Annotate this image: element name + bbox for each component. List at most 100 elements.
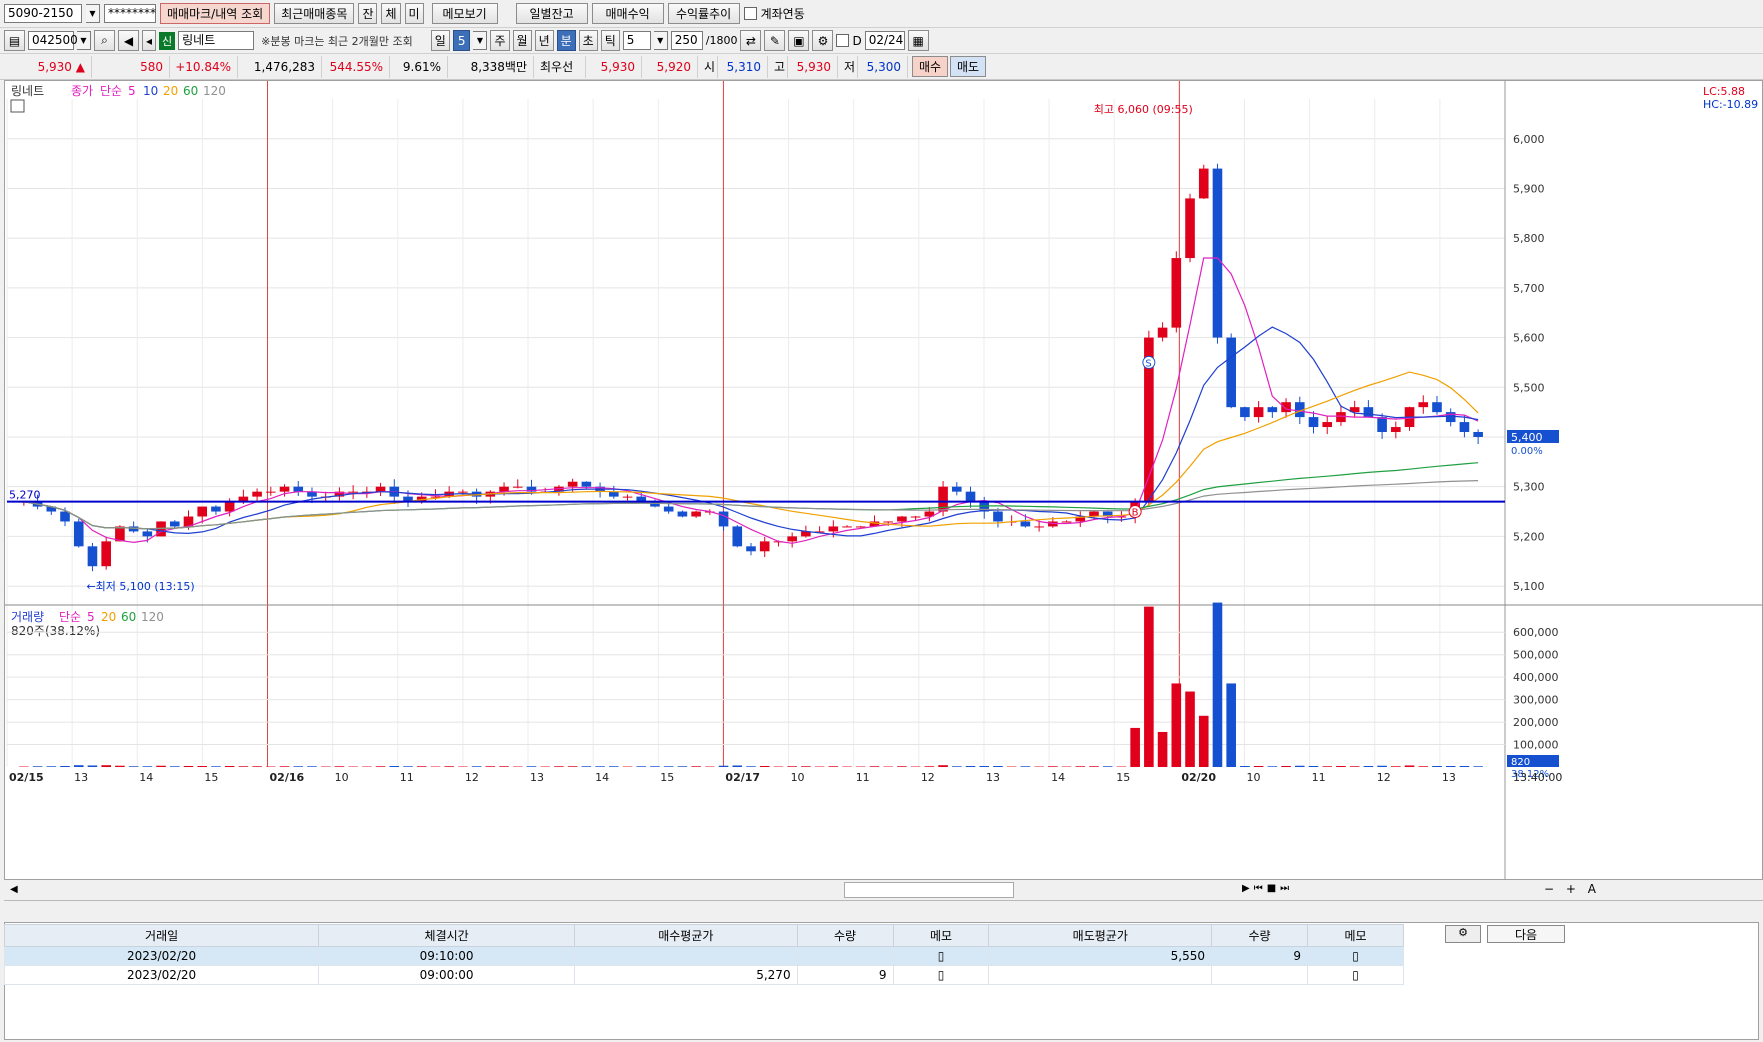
table-cell [574, 946, 798, 966]
candle-body [897, 516, 907, 522]
table-header: 메모 [1306, 924, 1405, 947]
account-number-input[interactable]: 5090-2150 [4, 4, 82, 23]
table-cell: 9 [1211, 946, 1308, 966]
volume-bar [787, 766, 797, 767]
period-dropdown-icon[interactable]: ▼ [473, 31, 488, 50]
price-tick-label: 5,700 [1513, 282, 1545, 295]
calendar-icon[interactable]: ▦ [907, 30, 929, 51]
x-tick-label: 10 [1246, 771, 1260, 784]
stock-code-input[interactable]: 042500 [28, 31, 78, 50]
low-price: 5,300 [858, 55, 908, 78]
memo-icon[interactable]: ▯ [892, 946, 990, 966]
candle-body [993, 511, 1003, 522]
price-tick-label: 5,200 [1513, 530, 1545, 543]
interval-dropdown-icon[interactable]: ▼ [653, 31, 668, 50]
hc-label: HC:-10.89 [1703, 98, 1758, 111]
candle-body [279, 486, 290, 492]
trade-profit-button[interactable]: 매매수익 [591, 3, 664, 24]
next-button[interactable]: 다음 [1487, 925, 1565, 943]
quote-amount: 8,338백만 [448, 55, 534, 78]
period-month-button[interactable]: 월 [512, 30, 532, 51]
account-link-checkbox[interactable] [743, 7, 757, 20]
volume-bar [1020, 766, 1031, 767]
stock-name-field[interactable]: 링네트 [178, 31, 255, 50]
settings-icon[interactable]: ⚙ [812, 30, 834, 51]
x-tick-label: 14 [595, 771, 609, 784]
candle-body [197, 506, 208, 517]
table-row[interactable]: 2023/02/20 09:00:00 5,270 9 ▯ ▯ [3, 965, 1405, 985]
memo-icon[interactable]: ▯ [1306, 946, 1405, 966]
save-icon[interactable]: ▣ [788, 30, 810, 51]
account-dropdown-icon[interactable]: ▼ [86, 4, 100, 23]
table-header: 거래일 [3, 924, 320, 947]
speaker-icon[interactable]: ◀ [118, 30, 139, 51]
recent-stocks-button[interactable]: 최근매매종목 [274, 3, 355, 24]
date-input[interactable]: 02/24 [864, 31, 905, 50]
chart-scrollbar[interactable]: ◀ ▶⏮■⏭ − + A [4, 880, 1763, 901]
candle-body [581, 481, 592, 487]
zoom-icons[interactable]: − + A [1544, 882, 1600, 896]
table-cell [796, 946, 894, 966]
table-header: 체결시간 [318, 924, 576, 947]
trade-mark-query-button[interactable]: 매매마크/내역 조회 [160, 3, 271, 24]
x-tick-label: 12 [465, 771, 479, 784]
period-day-button[interactable]: 일 [430, 30, 450, 51]
scroll-left-icon[interactable]: ◀ [10, 884, 18, 895]
x-tick-label: 13 [986, 771, 1000, 784]
interval-input[interactable]: 5 [622, 31, 651, 50]
x-tick-label: 11 [1312, 771, 1326, 784]
memo-view-button[interactable]: 메모보기 [431, 3, 498, 24]
period-minute-value[interactable]: 5 [452, 30, 471, 51]
candle-body [458, 491, 468, 493]
candle-body [855, 526, 866, 528]
playback-icons[interactable]: ▶⏮■⏭ [1242, 883, 1293, 894]
notice-text: ※분봉 마크는 최근 2개월만 조회 [261, 34, 413, 48]
period-sec-button[interactable]: 초 [578, 30, 598, 51]
candle-body [1061, 521, 1072, 523]
executed-tab-button[interactable]: 체 [381, 3, 401, 24]
sell-button[interactable]: 매도 [950, 56, 986, 77]
return-trend-button[interactable]: 수익률추이 [667, 3, 740, 24]
memo-icon[interactable]: ▯ [892, 965, 990, 985]
volume-bar [1212, 602, 1223, 767]
top-toolbar: 5090-2150 ▼ ******** 매매마크/내역 조회 최근매매종목 잔… [0, 0, 1763, 28]
d-checkbox[interactable] [836, 34, 850, 47]
balance-tab-button[interactable]: 잔 [358, 3, 378, 24]
period-tick-button[interactable]: 틱 [600, 30, 620, 51]
volume-bar [650, 766, 660, 767]
unfilled-tab-button[interactable]: 미 [404, 3, 424, 24]
volume-bar [444, 766, 454, 767]
volume-bar [965, 766, 976, 767]
buy-button[interactable]: 매수 [912, 56, 948, 77]
scroll-icon[interactable]: ⇄ [740, 30, 762, 51]
volume-bar [416, 766, 427, 767]
stock-code-dropdown-icon[interactable]: ▼ [77, 31, 91, 50]
gear-icon[interactable]: ⚙ [1445, 925, 1481, 943]
x-tick-label: 10 [335, 771, 349, 784]
volume-bar [897, 766, 907, 767]
panel-menu-icon[interactable] [10, 99, 25, 113]
search-icon[interactable]: ⌕ [94, 30, 115, 51]
tool-icon[interactable]: ✎ [764, 30, 786, 51]
vol-legend-method: 단순 [59, 610, 81, 624]
layout-icon[interactable]: ▤ [4, 30, 25, 51]
volume-bar [869, 766, 880, 767]
volume-bar [156, 765, 166, 767]
memo-icon[interactable]: ▯ [1306, 965, 1405, 985]
candle-body [842, 526, 852, 528]
count-input[interactable]: 250 [670, 31, 703, 50]
period-min-button[interactable]: 분 [556, 30, 576, 51]
scroll-thumb[interactable] [844, 882, 1014, 898]
table-row[interactable]: 2023/02/20 09:10:00 ▯ 5,550 9 ▯ [3, 946, 1405, 966]
prev-stock-icon[interactable]: ◂ [142, 30, 156, 51]
period-week-button[interactable]: 주 [490, 30, 510, 51]
daily-balance-button[interactable]: 일별잔고 [515, 3, 588, 24]
current-pct-text: 0.00% [1511, 446, 1543, 457]
period-year-button[interactable]: 년 [534, 30, 554, 51]
chart-canvas[interactable]: 링네트 종가 단순 5 10 20 60 120 LC:5.88 HC:-10.… [5, 81, 1762, 879]
account-password-input[interactable]: ******** [104, 4, 156, 23]
volume-panel-title: 거래량 [11, 610, 44, 624]
candle-body [211, 506, 221, 512]
current-price-text: 5,400 [1511, 431, 1543, 444]
stock-chart[interactable]: 링네트 종가 단순 5 10 20 60 120 LC:5.88 HC:-10.… [4, 80, 1763, 880]
